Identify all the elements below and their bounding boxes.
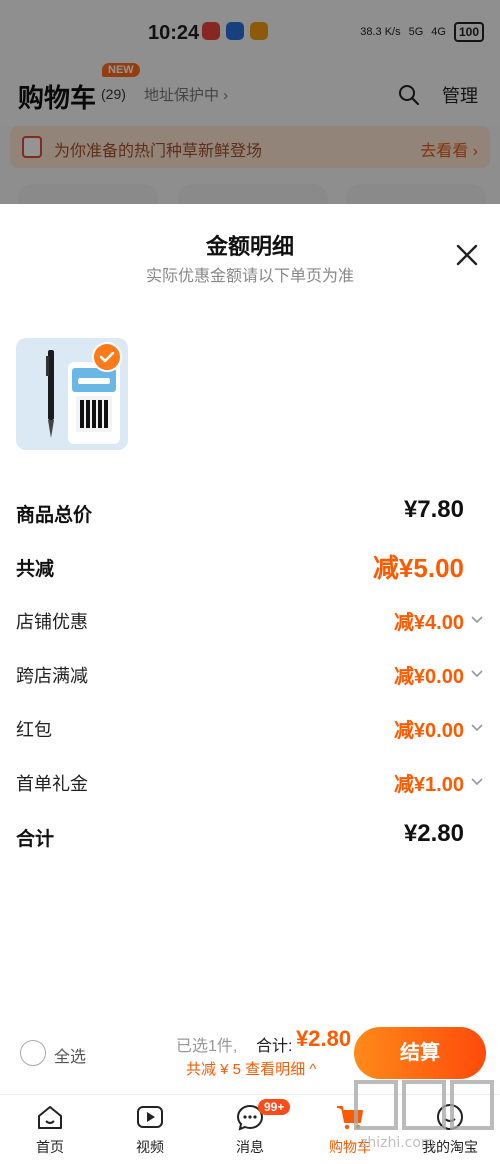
selected-count: 已选1件, xyxy=(176,1038,238,1055)
row-label: 红包 xyxy=(16,720,52,740)
chevron-down-icon[interactable] xyxy=(470,774,484,788)
chevron-down-icon[interactable] xyxy=(470,666,484,680)
chevron-down-icon[interactable] xyxy=(470,720,484,734)
price-detail-sheet: 金额明细 实际优惠金额请以下单页为准 商品总价 ¥7.80 共减 减¥5.00 … xyxy=(0,204,500,1094)
message-badge: 99+ xyxy=(258,1099,291,1115)
row-label: 店铺优惠 xyxy=(16,612,88,632)
home-icon xyxy=(38,1106,62,1129)
select-all-radio[interactable] xyxy=(20,1040,46,1066)
row-red-packet[interactable]: 红包 减¥0.00 xyxy=(16,716,484,746)
row-label: 跨店满减 xyxy=(16,666,88,686)
tab-messages[interactable]: 99+ 消息 xyxy=(210,1099,291,1157)
selected-check-icon[interactable] xyxy=(92,342,122,372)
row-total-discount: 共减 减¥5.00 xyxy=(16,553,484,584)
view-details-link[interactable]: 共减 ¥ 5 查看明细 ^ xyxy=(186,1058,316,1079)
checkout-button[interactable]: 结算 xyxy=(354,1027,486,1079)
row-label: 共减 xyxy=(16,559,55,580)
tab-home[interactable]: 首页 xyxy=(10,1101,90,1157)
chevron-down-icon[interactable] xyxy=(470,612,484,626)
video-icon xyxy=(137,1106,163,1128)
total-value: ¥2.80 xyxy=(296,1026,352,1051)
tab-label: 首页 xyxy=(36,1139,64,1155)
sheet-title: 金额明细 xyxy=(205,234,294,259)
tab-video[interactable]: 视频 xyxy=(110,1101,190,1157)
tab-label: 消息 xyxy=(236,1139,264,1155)
row-total-price: 商品总价 ¥7.80 xyxy=(16,496,484,530)
row-shop-discount[interactable]: 店铺优惠 减¥4.00 xyxy=(16,608,484,638)
row-value: ¥7.80 xyxy=(403,496,464,523)
row-label: 合计 xyxy=(16,829,55,850)
sheet-subtitle: 实际优惠金额请以下单页为准 xyxy=(145,268,354,285)
row-value: 减¥4.00 xyxy=(393,612,464,634)
row-value: 减¥0.00 xyxy=(393,666,464,688)
watermark-text: zhizhi.com xyxy=(360,1135,435,1151)
total-label: 合计: xyxy=(256,1038,293,1055)
row-label: 商品总价 xyxy=(16,505,93,526)
row-label: 首单礼金 xyxy=(16,774,88,794)
row-value: ¥2.80 xyxy=(403,820,464,847)
row-grand-total: 合计 ¥2.80 xyxy=(16,820,484,854)
dim-overlay[interactable] xyxy=(0,0,500,204)
row-value: 减¥1.00 xyxy=(393,774,464,796)
select-all-label[interactable]: 全选 xyxy=(54,1043,86,1067)
row-first-order-gift[interactable]: 首单礼金 减¥1.00 xyxy=(16,770,484,800)
row-value: 减¥0.00 xyxy=(393,720,464,742)
row-value: 减¥5.00 xyxy=(372,553,464,583)
row-cross-store-discount[interactable]: 跨店满减 减¥0.00 xyxy=(16,662,484,692)
tab-label: 视频 xyxy=(136,1139,164,1155)
close-icon[interactable] xyxy=(452,240,482,270)
